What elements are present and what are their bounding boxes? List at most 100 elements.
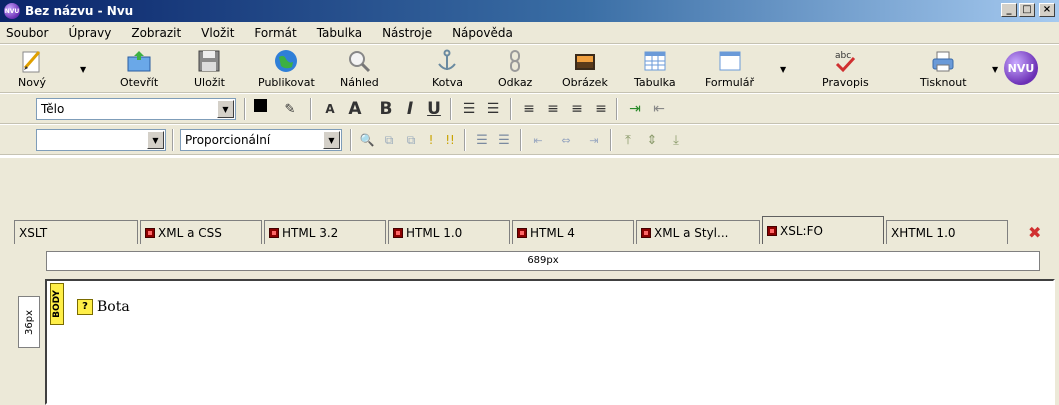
close-button[interactable]: × — [1039, 3, 1055, 17]
double-exclamation-icon[interactable]: !! — [442, 130, 458, 150]
document-icon — [269, 227, 279, 238]
layer-alt-icon[interactable]: ⧉ — [402, 130, 420, 150]
document-icon — [145, 227, 155, 238]
format-toolbar-2: ▼ Proporcionální ▼ 🔍 ⧉ ⧉ ! !! ☰ ☰ ⇤ ⇔ ⇥ … — [0, 125, 1059, 155]
new-dropdown-arrow[interactable]: ▼ — [80, 65, 86, 74]
toolbar-separator — [350, 129, 352, 151]
document-text[interactable]: Bota — [97, 299, 130, 315]
line-spacing-alt-icon[interactable]: ☰ — [494, 130, 514, 150]
publish-button[interactable]: Publikovat — [258, 47, 315, 91]
menu-napoveda[interactable]: Nápověda — [452, 26, 513, 40]
unknown-tag-marker[interactable]: ? — [77, 299, 93, 315]
toolbar-separator — [244, 98, 246, 120]
chevron-down-icon: ▼ — [323, 131, 340, 149]
format-toolbar-1: Tělo ▼ ✎ A A B I U ☰ ☰ ≡ ≡ ≡ ≡ ⇥ ⇤ — [0, 94, 1059, 124]
tab-xhtml-1-0[interactable]: XHTML 1.0 — [886, 220, 1008, 244]
toolbar-separator — [310, 98, 312, 120]
menu-tabulka[interactable]: Tabulka — [317, 26, 362, 40]
print-dropdown-arrow[interactable]: ▼ — [992, 65, 998, 74]
tab-html-3-2[interactable]: HTML 3.2 — [264, 220, 386, 244]
toolbar-separator — [450, 98, 452, 120]
toolbar-separator — [616, 98, 618, 120]
maximize-button[interactable]: □ — [1019, 3, 1035, 17]
align-bottom-icon[interactable]: ⤓ — [666, 130, 686, 150]
color-picker-button[interactable] — [254, 99, 274, 119]
anchor-button[interactable]: Kotva — [432, 47, 463, 91]
spread-icon[interactable]: ⇔ — [554, 130, 578, 150]
align-right-icon[interactable]: ≡ — [566, 99, 588, 119]
magnifier-icon — [345, 47, 373, 75]
italic-button[interactable]: I — [400, 99, 420, 119]
preview-button[interactable]: Náhled — [340, 47, 379, 91]
tab-strip: XSLT XML a CSS HTML 3.2 HTML 1.0 HTML 4 … — [0, 158, 1059, 246]
minimize-button[interactable]: _ — [1001, 3, 1017, 17]
toolbar-separator — [610, 129, 612, 151]
smaller-text-button[interactable]: A — [320, 99, 340, 119]
menu-format[interactable]: Formát — [254, 26, 296, 40]
horizontal-ruler: 689px — [46, 251, 1040, 271]
font-family-select[interactable]: Proporcionální ▼ — [180, 129, 342, 151]
chevron-down-icon: ▼ — [147, 131, 164, 149]
tab-html-4[interactable]: HTML 4 — [512, 220, 634, 244]
search-icon[interactable]: 🔍 — [358, 130, 376, 150]
spellcheck-button[interactable]: abc Pravopis — [822, 47, 869, 91]
svg-text:abc: abc — [835, 51, 851, 61]
menu-upravy[interactable]: Úpravy — [68, 26, 111, 40]
align-middle-icon[interactable]: ⇕ — [642, 130, 662, 150]
layer-icon[interactable]: ⧉ — [380, 130, 398, 150]
table-icon — [641, 47, 669, 75]
align-justify-icon[interactable]: ≡ — [590, 99, 612, 119]
tab-xml-a-styl[interactable]: XML a Styl... — [636, 220, 760, 244]
new-button[interactable]: Nový — [18, 47, 46, 91]
align-top-icon[interactable]: ⤒ — [618, 130, 638, 150]
document-icon — [641, 227, 651, 238]
shift-left-icon[interactable]: ⇤ — [526, 130, 550, 150]
highlight-pen-icon[interactable]: ✎ — [280, 99, 300, 119]
exclamation-icon[interactable]: ! — [424, 130, 438, 150]
toolbar-separator — [520, 129, 522, 151]
paragraph-style-select[interactable]: Tělo ▼ — [36, 98, 236, 120]
bold-button[interactable]: B — [376, 99, 396, 119]
menu-vlozit[interactable]: Vložit — [201, 26, 234, 40]
anchor-icon — [433, 47, 461, 75]
bulleted-list-icon[interactable]: ☰ — [482, 99, 504, 119]
line-spacing-icon[interactable]: ☰ — [472, 130, 492, 150]
document-icon — [517, 227, 527, 238]
menu-soubor[interactable]: Soubor — [6, 26, 48, 40]
foreground-color-swatch — [254, 99, 267, 112]
tab-xml-a-css[interactable]: XML a CSS — [140, 220, 262, 244]
menu-zobrazit[interactable]: Zobrazit — [131, 26, 181, 40]
document-icon — [393, 227, 403, 238]
toolbar-separator — [172, 129, 174, 151]
underline-button[interactable]: U — [424, 99, 444, 119]
tab-html-1-0[interactable]: HTML 1.0 — [388, 220, 510, 244]
close-tab-icon[interactable]: ✖ — [1028, 223, 1041, 242]
body-tag-marker[interactable]: BODY — [50, 283, 64, 325]
form-button[interactable]: Formulář — [705, 47, 754, 91]
title-bar: NVU Bez názvu - Nvu _ □ × — [0, 0, 1059, 22]
align-left-icon[interactable]: ≡ — [518, 99, 540, 119]
nvu-logo[interactable]: NVU — [1004, 51, 1038, 85]
shift-right-icon[interactable]: ⇥ — [582, 130, 606, 150]
outdent-icon[interactable]: ⇤ — [648, 99, 670, 119]
open-button[interactable]: Otevřít — [120, 47, 158, 91]
image-button[interactable]: Obrázek — [562, 47, 608, 91]
menu-nastroje[interactable]: Nástroje — [382, 26, 432, 40]
align-center-icon[interactable]: ≡ — [542, 99, 564, 119]
tab-xsl-fo[interactable]: XSL:FO — [762, 216, 884, 244]
indent-icon[interactable]: ⇥ — [624, 99, 646, 119]
composition-toolbar: Nový ▼ Otevřít Uložit Publikovat Náhled … — [0, 45, 1059, 93]
editor-area: 36px BODY ? Bota — [0, 276, 1059, 405]
print-button[interactable]: Tisknout — [920, 47, 967, 91]
form-dropdown-arrow[interactable]: ▼ — [780, 65, 786, 74]
tab-xslt[interactable]: XSLT — [14, 220, 138, 244]
document-icon — [767, 225, 777, 236]
editor-canvas[interactable]: BODY ? Bota — [45, 279, 1055, 405]
link-button[interactable]: Odkaz — [498, 47, 532, 91]
open-folder-icon — [125, 47, 153, 75]
class-select[interactable]: ▼ — [36, 129, 166, 151]
larger-text-button[interactable]: A — [344, 99, 366, 119]
numbered-list-icon[interactable]: ☰ — [458, 99, 480, 119]
save-button[interactable]: Uložit — [194, 47, 225, 91]
table-button[interactable]: Tabulka — [634, 47, 676, 91]
